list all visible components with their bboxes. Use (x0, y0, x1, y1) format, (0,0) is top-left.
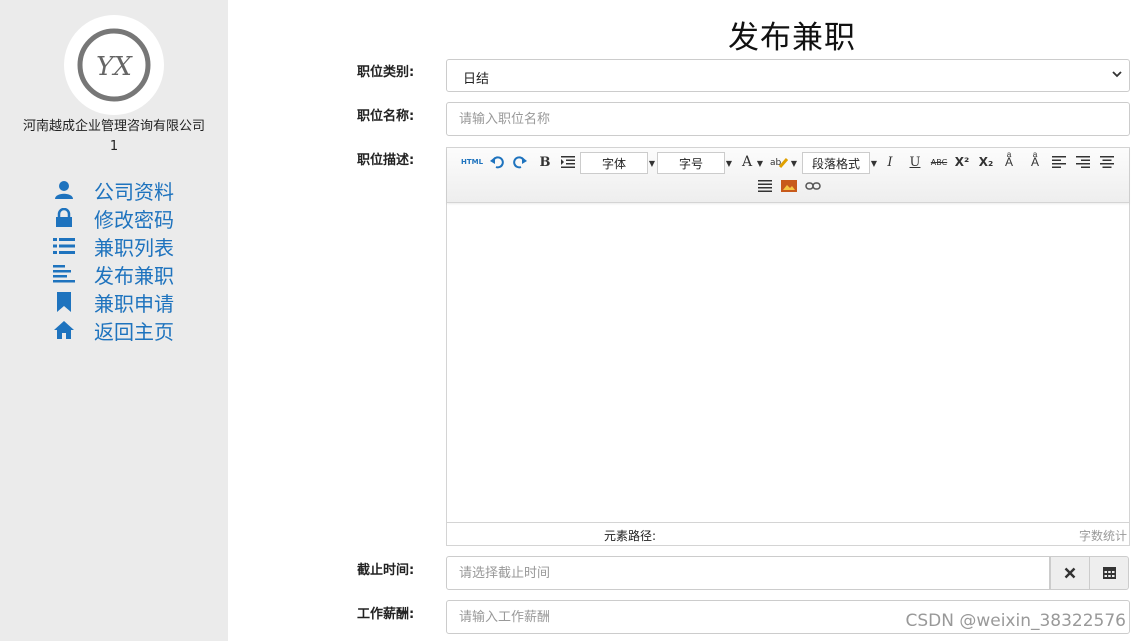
lock-icon (52, 207, 76, 229)
strikethrough-icon[interactable]: ABC (929, 152, 949, 172)
paragraph-format-select[interactable]: 段落格式 (802, 152, 870, 174)
font-increase-icon[interactable]: Aͣ (999, 152, 1019, 172)
redo-icon[interactable] (510, 152, 530, 172)
font-family-select[interactable]: 字体 (580, 152, 648, 174)
insert-image-icon[interactable] (779, 176, 799, 196)
svg-text:YX: YX (96, 52, 133, 82)
align-justify-icon[interactable] (755, 176, 775, 196)
close-icon (1064, 564, 1076, 583)
font-size-select-label: 字号 (678, 156, 703, 171)
word-count-label: 字数统计 (1078, 529, 1127, 543)
name-label: 职位名称: (357, 109, 415, 124)
deadline-label: 截止时间: (357, 563, 415, 578)
highlight-color-icon[interactable]: ab (769, 152, 789, 172)
category-select[interactable]: 日结 (446, 59, 1130, 92)
sidebar-item-label: 发布兼职 (94, 263, 174, 288)
calendar-button[interactable] (1089, 556, 1129, 590)
align-center-icon[interactable] (1097, 152, 1117, 172)
chevron-down-icon[interactable]: ▼ (870, 152, 878, 174)
font-size-select[interactable]: 字号 (657, 152, 725, 174)
element-path-label: 元素路径: (604, 529, 657, 543)
sidebar-item-change-password[interactable]: 修改密码 (52, 204, 174, 232)
subscript-icon[interactable]: X₂ (976, 152, 996, 172)
html-source-button[interactable]: HTML (461, 152, 483, 172)
sidebar-item-company-profile[interactable]: 公司资料 (52, 176, 174, 204)
sidebar-item-label: 公司资料 (94, 179, 174, 204)
company-name: 河南越成企业管理咨询有限公司 1 (0, 117, 228, 157)
clear-date-button[interactable] (1050, 556, 1090, 590)
editor-content-area[interactable] (447, 204, 1129, 522)
paragraph-format-select-label: 段落格式 (811, 156, 860, 171)
category-label: 职位类别: (357, 65, 415, 80)
font-decrease-icon[interactable]: Aͣ (1025, 152, 1045, 172)
deadline-input[interactable] (446, 556, 1050, 590)
sidebar-item-publish-job[interactable]: 发布兼职 (52, 260, 174, 288)
bold-icon[interactable]: B (535, 152, 555, 172)
job-name-input[interactable] (446, 102, 1130, 136)
chevron-down-icon (1111, 68, 1123, 84)
company-id-text: 1 (109, 139, 119, 154)
list-icon (52, 235, 76, 257)
salary-label: 工作薪酬: (357, 607, 415, 622)
sidebar: YX 河南越成企业管理咨询有限公司 1 公司资料 修改密码 兼职列表 发布兼职 … (0, 0, 228, 641)
undo-icon[interactable] (487, 152, 507, 172)
calendar-icon (1102, 564, 1116, 583)
sidebar-item-label: 兼职申请 (94, 291, 174, 316)
indent-icon[interactable] (558, 152, 578, 172)
font-color-icon[interactable]: A (737, 152, 757, 172)
editor-toolbar: HTML B 字体 ▼ 字号 ▼ A ▼ ab ▼ 段落格式 ▼ I U ABC (447, 148, 1129, 203)
category-select-value: 日结 (463, 72, 490, 87)
company-logo: YX (64, 15, 164, 115)
watermark: CSDN @weixin_38322576 (905, 611, 1126, 631)
company-name-text: 河南越成企业管理咨询有限公司 (22, 119, 205, 134)
rich-text-editor: HTML B 字体 ▼ 字号 ▼ A ▼ ab ▼ 段落格式 ▼ I U ABC (446, 147, 1130, 546)
sidebar-item-label: 返回主页 (94, 319, 174, 344)
user-icon (52, 179, 76, 201)
sidebar-item-job-applications[interactable]: 兼职申请 (52, 288, 174, 316)
sidebar-item-label: 兼职列表 (94, 235, 174, 260)
font-family-select-label: 字体 (601, 156, 626, 171)
underline-icon[interactable]: U (905, 152, 925, 172)
chevron-down-icon[interactable]: ▼ (790, 152, 798, 174)
description-label: 职位描述: (357, 153, 415, 168)
home-icon (52, 319, 76, 341)
align-left-icon (52, 263, 76, 285)
align-right-icon[interactable] (1073, 152, 1093, 172)
italic-icon[interactable]: I (880, 152, 900, 172)
chevron-down-icon[interactable]: ▼ (648, 152, 656, 174)
sidebar-nav: 公司资料 修改密码 兼职列表 发布兼职 兼职申请 返回主页 (52, 176, 174, 344)
sidebar-item-home[interactable]: 返回主页 (52, 316, 174, 344)
superscript-icon[interactable]: X² (952, 152, 972, 172)
sidebar-item-job-list[interactable]: 兼职列表 (52, 232, 174, 260)
chevron-down-icon[interactable]: ▼ (725, 152, 733, 174)
insert-link-icon[interactable] (803, 176, 823, 196)
chevron-down-icon[interactable]: ▼ (756, 152, 764, 174)
bookmark-icon (52, 291, 76, 313)
editor-statusbar: 元素路径: 字数统计 (447, 522, 1129, 545)
sidebar-item-label: 修改密码 (94, 207, 174, 232)
page-title: 发布兼职 (728, 20, 856, 56)
align-left-icon[interactable] (1049, 152, 1069, 172)
